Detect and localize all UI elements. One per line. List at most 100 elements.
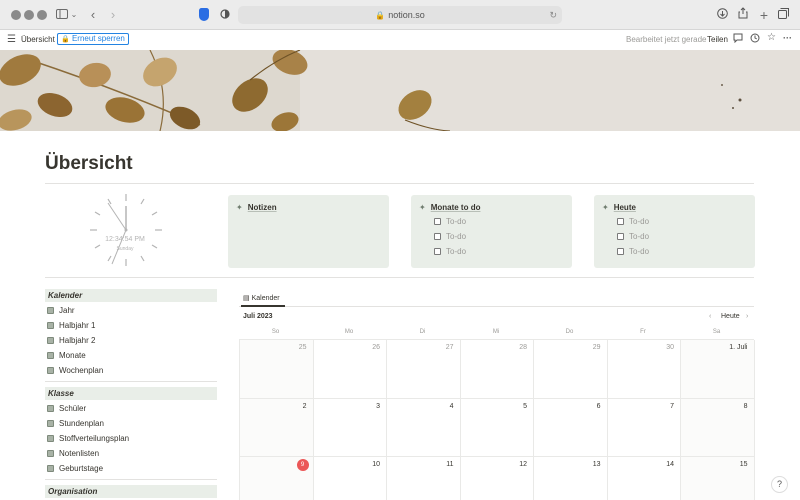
calendar-day-number: 29: [592, 344, 601, 351]
todo-item[interactable]: To-do: [434, 217, 466, 226]
calendar-day-cell[interactable]: 14: [608, 457, 681, 500]
breadcrumb[interactable]: Übersicht: [21, 35, 55, 44]
sidebar-item-halbjahr-1[interactable]: Halbjahr 1: [47, 321, 95, 330]
checkbox[interactable]: [617, 248, 624, 255]
cover-image: [0, 50, 800, 131]
calendar-day-cell[interactable]: 29: [534, 340, 608, 399]
page-icon: [47, 337, 54, 344]
back-button[interactable]: ‹: [88, 6, 98, 24]
weekday-label: So: [271, 329, 280, 335]
forward-button[interactable]: ›: [108, 6, 118, 24]
next-month-button[interactable]: ›: [746, 313, 748, 320]
sidebar-item-label: Wochenplan: [59, 366, 104, 375]
sidebar-item-schueler[interactable]: Schüler: [47, 404, 86, 413]
sidebar-item-geburtstage[interactable]: Geburtstage: [47, 464, 103, 473]
page-title: Übersicht: [45, 153, 133, 174]
minimize-window-button[interactable]: [24, 10, 34, 20]
calendar-day-cell[interactable]: 5: [460, 398, 534, 457]
page-icon: [47, 352, 54, 359]
checkbox[interactable]: [434, 233, 441, 240]
share-icon[interactable]: [737, 6, 749, 24]
active-tab-indicator: [241, 305, 285, 307]
privacy-shield-icon[interactable]: [199, 8, 209, 21]
half-circle-icon[interactable]: [219, 6, 231, 24]
months-todo-card-title[interactable]: ✦ Monate to do: [419, 203, 480, 212]
share-button[interactable]: Teilen: [707, 35, 728, 44]
calendar-day-cell[interactable]: 28: [460, 340, 534, 399]
download-icon[interactable]: [716, 6, 728, 24]
calendar-day-cell[interactable]: 12: [461, 457, 534, 500]
sidebar-item-stoffverteilungsplan[interactable]: Stoffverteilungsplan: [47, 434, 129, 443]
today-card-title[interactable]: ✦ Heute: [602, 203, 636, 212]
address-bar[interactable]: 🔒 notion.so ↻: [238, 6, 562, 24]
sidebar-item-label: Stoffverteilungsplan: [59, 434, 130, 443]
todo-item[interactable]: To-do: [434, 232, 466, 241]
calendar-day-cell[interactable]: 7: [607, 398, 681, 457]
previous-month-button[interactable]: ‹: [709, 313, 711, 320]
sidebar-item-monate[interactable]: Monate: [47, 351, 86, 360]
sidebar-item-stundenplan[interactable]: Stundenplan: [47, 419, 104, 428]
checkbox[interactable]: [617, 233, 624, 240]
todo-label: To-do: [446, 217, 467, 226]
calendar-day-cell[interactable]: 13: [534, 457, 608, 500]
calendar-day-cell[interactable]: 10: [314, 457, 387, 500]
new-tab-icon[interactable]: +: [758, 6, 770, 24]
todo-item[interactable]: To-do: [617, 247, 649, 256]
checkbox[interactable]: [434, 218, 441, 225]
reload-icon[interactable]: ↻: [549, 6, 557, 24]
help-button[interactable]: ?: [771, 476, 788, 493]
divider: [45, 277, 754, 278]
calendar-day-cell[interactable]: 3: [313, 398, 387, 457]
menu-icon[interactable]: ☰: [7, 34, 16, 46]
tab-kalender[interactable]: ▤ Kalender: [243, 294, 280, 302]
checkbox[interactable]: [617, 218, 624, 225]
weekday-label: Do: [565, 329, 574, 335]
relock-button[interactable]: 🔒 Erneut sperren: [57, 33, 129, 45]
comment-icon[interactable]: [733, 33, 743, 45]
calendar-day-cell[interactable]: 15: [681, 457, 755, 500]
calendar-day-cell[interactable]: 2: [240, 398, 314, 457]
page-icon: [47, 322, 54, 329]
calendar-day-cell[interactable]: 30: [607, 340, 681, 399]
close-window-button[interactable]: [11, 10, 21, 20]
sidebar-item-notenlisten[interactable]: Notenlisten: [47, 449, 99, 458]
page-icon: [47, 450, 54, 457]
sidebar-item-halbjahr-2[interactable]: Halbjahr 2: [47, 336, 95, 345]
calendar-day-cell[interactable]: 9: [240, 457, 314, 500]
todo-item[interactable]: To-do: [617, 217, 649, 226]
calendar-day-number: 15: [739, 461, 748, 468]
calendar-day-cell[interactable]: 27: [387, 340, 461, 399]
notion-topbar: ☰ Übersicht 🔒 Erneut sperren Bearbeitet …: [0, 31, 800, 49]
sidebar-item-wochenplan[interactable]: Wochenplan: [47, 366, 103, 375]
sidebar-item-label: Monate: [59, 351, 86, 360]
lock-icon: 🔒: [61, 36, 70, 43]
sidebar-item-label: Jahr: [59, 306, 75, 315]
calendar-day-cell[interactable]: 25: [240, 340, 314, 399]
zoom-window-button[interactable]: [37, 10, 47, 20]
sparkle-icon: ✦: [236, 203, 243, 212]
sidebar-toggle-icon[interactable]: [55, 6, 69, 24]
todo-item[interactable]: To-do: [617, 232, 649, 241]
weekday-label: Sa: [712, 329, 721, 335]
calendar-grid: 25 26 27 28 29 30 1. Juli 2 3 4 5 6 7 8 9 10 11 12 13 14 15: [239, 339, 755, 500]
more-options-icon[interactable]: ···: [783, 33, 792, 43]
calendar-day-cell[interactable]: 8: [681, 398, 755, 457]
calendar-day-cell[interactable]: 11: [387, 457, 461, 500]
sidebar-item-jahr[interactable]: Jahr: [47, 306, 75, 315]
today-button[interactable]: Heute: [721, 313, 740, 320]
chevron-down-icon[interactable]: ⌄: [70, 6, 78, 24]
favorite-star-icon[interactable]: ☆: [767, 32, 776, 43]
analog-clock: [90, 194, 162, 266]
todo-item[interactable]: To-do: [434, 247, 466, 256]
calendar-day-number: 30: [666, 344, 674, 351]
tab-overview-icon[interactable]: [777, 6, 789, 24]
calendar-day-cell[interactable]: 26: [313, 340, 387, 399]
calendar-day-cell[interactable]: 1. Juli: [681, 340, 755, 399]
calendar-icon: ▤: [243, 295, 250, 302]
sparkle-icon: ✦: [419, 203, 426, 212]
history-clock-icon[interactable]: [750, 33, 760, 45]
checkbox[interactable]: [434, 248, 441, 255]
notes-card-title[interactable]: ✦ Notizen: [236, 203, 277, 212]
calendar-day-cell[interactable]: 4: [387, 398, 461, 457]
calendar-day-cell[interactable]: 6: [534, 398, 608, 457]
